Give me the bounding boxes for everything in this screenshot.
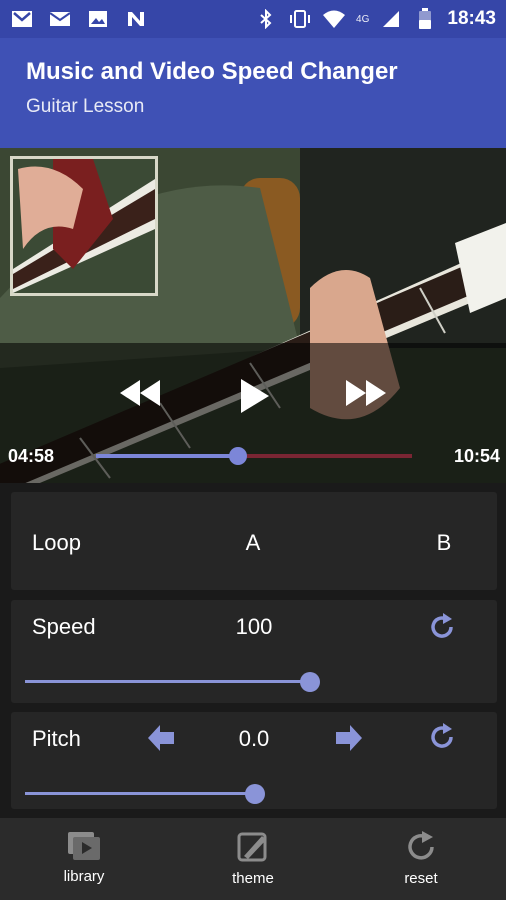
fast-forward-icon — [346, 380, 386, 406]
speed-label: Speed — [32, 614, 96, 639]
seek-progress — [96, 454, 239, 458]
video-player[interactable]: 04:58 10:54 — [0, 148, 506, 483]
pitch-down-button[interactable] — [143, 722, 179, 754]
bluetooth-icon — [254, 9, 278, 29]
total-time: 10:54 — [453, 446, 500, 466]
loop-panel: Loop A B — [11, 492, 497, 590]
play-button[interactable] — [234, 376, 274, 416]
nav-theme-label: theme — [232, 870, 274, 887]
battery-icon — [413, 8, 437, 29]
rewind-button[interactable] — [118, 376, 162, 410]
refresh-icon — [431, 613, 453, 638]
refresh-icon — [431, 723, 453, 748]
pitch-reset-button[interactable] — [423, 720, 461, 754]
video-thumbnail[interactable] — [10, 156, 158, 296]
pitch-slider[interactable] — [25, 784, 485, 804]
photo-icon — [86, 9, 110, 29]
speed-slider-thumb[interactable] — [300, 672, 320, 692]
reset-icon — [408, 831, 434, 860]
mail-icon — [48, 9, 72, 29]
loop-a-button[interactable]: A — [233, 530, 273, 556]
vibrate-icon — [288, 9, 312, 29]
network-type: 4G — [356, 13, 370, 25]
speed-value: 100 — [235, 614, 273, 639]
track-title: Guitar Lesson — [26, 96, 145, 117]
loop-b-button[interactable]: B — [424, 530, 464, 556]
app-title: Music and Video Speed Changer — [26, 58, 398, 85]
nav-theme[interactable]: theme — [203, 830, 303, 887]
arrow-left-icon — [148, 725, 174, 751]
speed-reset-button[interactable] — [423, 610, 461, 644]
seek-bar[interactable] — [96, 447, 412, 465]
loop-label: Loop — [32, 530, 81, 555]
nav-library-label: library — [63, 868, 105, 885]
signal-icon — [379, 9, 403, 29]
library-icon — [68, 832, 100, 860]
rewind-icon — [120, 380, 160, 406]
speed-panel: Speed 100 — [11, 600, 497, 703]
theme-icon — [237, 832, 267, 862]
gmail-icon — [10, 9, 34, 29]
fast-forward-button[interactable] — [344, 376, 388, 410]
bottom-navigation: library theme reset — [0, 818, 506, 900]
nav-library[interactable]: library — [34, 830, 134, 885]
play-icon — [241, 379, 269, 413]
pitch-label: Pitch — [32, 726, 81, 751]
nav-reset[interactable]: reset — [371, 830, 471, 887]
clock: 18:43 — [447, 8, 496, 29]
current-time: 04:58 — [8, 446, 55, 466]
pitch-panel: Pitch 0.0 — [11, 712, 497, 809]
notification-n-icon — [124, 9, 148, 29]
pitch-slider-fill — [25, 792, 255, 795]
pitch-up-button[interactable] — [331, 722, 367, 754]
arrow-right-icon — [336, 725, 362, 751]
wifi-icon — [322, 9, 346, 29]
app-bar: Music and Video Speed Changer Guitar Les… — [0, 38, 506, 148]
pitch-slider-thumb[interactable] — [245, 784, 265, 804]
speed-slider-fill — [25, 680, 310, 683]
nav-reset-label: reset — [404, 870, 438, 887]
pitch-value: 0.0 — [238, 726, 270, 751]
speed-slider[interactable] — [25, 672, 325, 692]
status-bar: 4G 18:43 — [0, 0, 506, 38]
